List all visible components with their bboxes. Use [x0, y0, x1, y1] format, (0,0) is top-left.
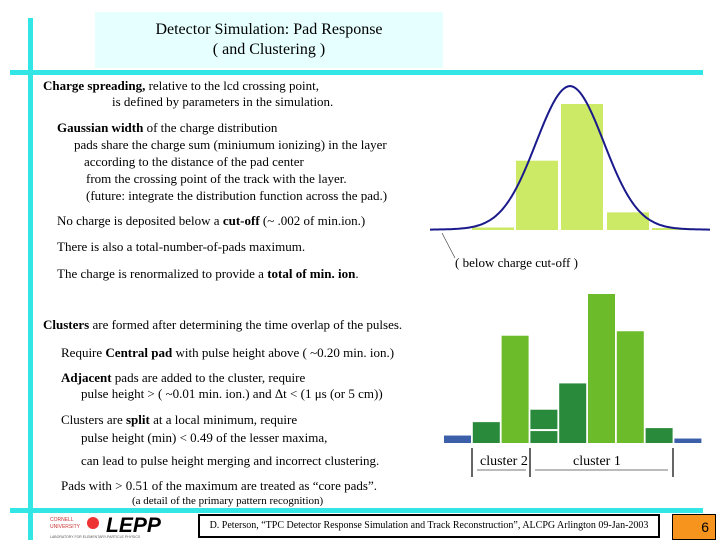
pulse-bar	[501, 335, 529, 443]
slide: Detector Simulation: Pad Response ( and …	[0, 0, 720, 540]
svg-text:CORNELL: CORNELL	[50, 517, 74, 523]
cluster-2-label: cluster 2	[480, 454, 528, 469]
pad-bar	[472, 227, 514, 230]
svg-text:LABORATORY FOR ELEMENTARY-PART: LABORATORY FOR ELEMENTARY-PARTICLE PHYSI…	[50, 535, 141, 539]
pulse-bar-stacked	[530, 409, 558, 430]
figures: ( below charge cut-off ) cluster 2 cluster…	[430, 84, 710, 477]
annotation-pointer	[441, 232, 456, 259]
svg-text:LEPP: LEPP	[106, 514, 162, 537]
pulse-bar	[616, 331, 644, 443]
pulse-bar	[588, 294, 615, 443]
pulse-bar	[444, 435, 471, 443]
cutoff-annotation: ( below charge cut-off )	[455, 255, 578, 270]
pad-bar	[516, 160, 558, 230]
citation-box: D. Peterson, “TPC Detector Response Simu…	[198, 514, 660, 538]
lepp-logo: CORNELL UNIVERSITY LEPP LABORATORY FOR E…	[48, 513, 178, 540]
cluster-1-label: cluster 1	[573, 454, 621, 469]
pulse-bar	[674, 438, 702, 443]
page-number: 6	[672, 514, 716, 540]
pulse-bar	[645, 428, 673, 443]
pulse-bar	[559, 383, 587, 443]
svg-text:UNIVERSITY: UNIVERSITY	[50, 524, 81, 530]
pulse-bar	[472, 422, 500, 443]
pulse-bar	[530, 431, 558, 443]
